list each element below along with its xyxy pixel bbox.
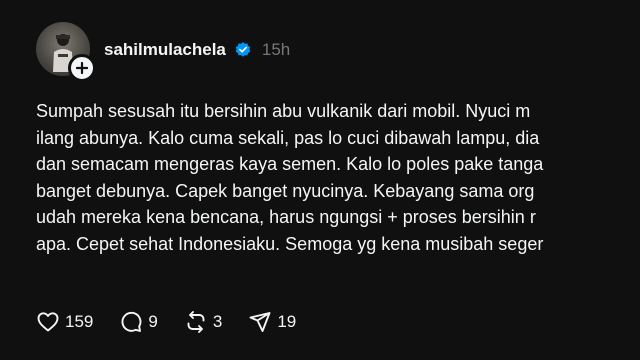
- reply-count: 9: [148, 312, 158, 331]
- repost-button[interactable]: 3: [184, 310, 222, 334]
- verified-badge-icon: [234, 41, 252, 59]
- post-text-line: apa. Cepet sehat Indonesiaku. Semoga yg …: [36, 233, 544, 254]
- like-button[interactable]: 159: [36, 310, 93, 334]
- send-icon: [249, 312, 271, 332]
- reply-button[interactable]: 9: [119, 310, 158, 334]
- repost-count: 3: [212, 312, 223, 331]
- post-header: sahilmulachela 15h: [104, 40, 290, 60]
- share-count: 19: [277, 312, 297, 331]
- avatar-container[interactable]: [36, 22, 96, 82]
- thread-post: sahilmulachela 15h Sumpah sesusah itu be…: [0, 0, 640, 360]
- repost-icon: [187, 311, 205, 333]
- post-text-line: banget debunya. Capek banget nyucinya. K…: [36, 180, 535, 201]
- post-text-line: dan semacam mengeras kaya semen. Kalo lo…: [36, 154, 544, 174]
- post-text-line: Sumpah sesusah itu bersihin abu vulkanik…: [36, 101, 531, 121]
- plus-icon: [76, 62, 88, 74]
- heart-icon: [37, 312, 59, 332]
- timestamp[interactable]: 15h: [262, 40, 290, 60]
- comment-icon: [121, 311, 142, 332]
- post-body: Sumpah sesusah itu bersihin abu vulkanik…: [36, 98, 640, 257]
- username-link[interactable]: sahilmulachela: [104, 40, 226, 60]
- post-text-line: udah mereka kena bencana, harus ngungsi …: [36, 207, 536, 227]
- action-bar: 159 9 3 19: [36, 310, 322, 334]
- share-button[interactable]: 19: [248, 310, 296, 334]
- post-text-line: ilang abunya. Kalo cuma sekali, pas lo c…: [36, 127, 540, 148]
- follow-button[interactable]: [68, 54, 96, 82]
- like-count: 159: [65, 312, 94, 331]
